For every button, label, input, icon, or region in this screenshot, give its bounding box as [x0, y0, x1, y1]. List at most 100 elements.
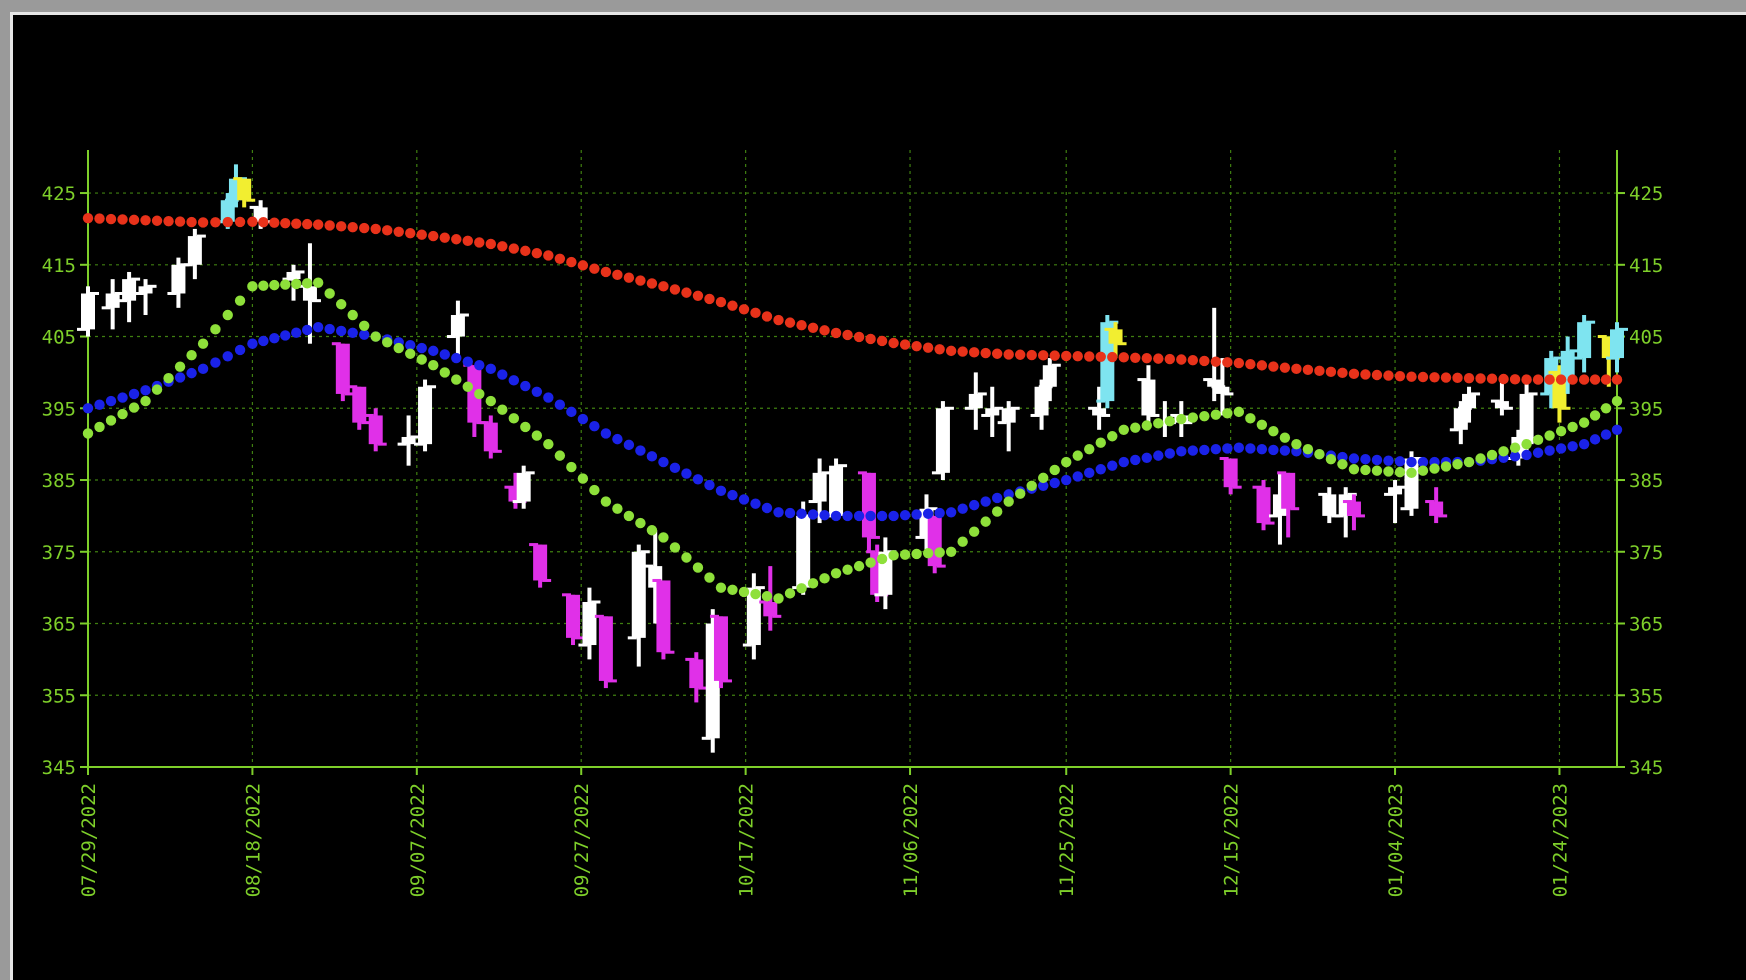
ma-point — [980, 516, 991, 527]
bar-body — [935, 408, 950, 473]
ma-point — [1325, 454, 1337, 465]
ma-point — [416, 342, 427, 354]
ma-point — [715, 296, 727, 308]
bar-close-tick — [1355, 514, 1365, 518]
ma-point — [1061, 456, 1072, 468]
bar-open-tick — [167, 291, 177, 295]
ma-point — [117, 214, 128, 225]
bar-close-tick — [772, 614, 782, 618]
ma-point — [911, 340, 922, 352]
bar-open-tick — [1318, 492, 1328, 496]
bar-range — [143, 279, 148, 316]
bar-body — [631, 551, 646, 638]
ma-point — [1268, 426, 1279, 437]
ma-point — [312, 277, 324, 288]
bar-close-tick — [492, 449, 502, 453]
ma-point — [1429, 463, 1440, 474]
ma-point — [1452, 459, 1463, 470]
ma-point — [531, 247, 543, 259]
bar-body — [1001, 408, 1016, 423]
ma-point — [1003, 349, 1014, 360]
ma-point — [1521, 438, 1532, 450]
ma-point — [462, 381, 473, 392]
bar-range — [1393, 480, 1398, 524]
ma-point — [531, 430, 543, 441]
ma-point — [1256, 360, 1268, 371]
ma-point — [796, 583, 807, 594]
ma-point — [234, 295, 246, 306]
ma-point — [1509, 442, 1521, 453]
bar-body — [1223, 458, 1238, 488]
ma-point — [830, 568, 842, 579]
ma-point — [1279, 362, 1291, 373]
ma-point — [865, 557, 876, 568]
ma-point — [1084, 443, 1095, 455]
ma-point — [589, 421, 600, 432]
ma-point — [842, 510, 853, 522]
y-tick-label: 345 — [42, 757, 76, 779]
ma-point — [117, 392, 128, 403]
ma-point — [140, 385, 151, 396]
ma-point — [1245, 413, 1256, 424]
ma-point — [82, 212, 94, 224]
bar-body — [1453, 408, 1468, 430]
bar-body — [1322, 494, 1337, 516]
ma-point — [566, 406, 577, 418]
bar-body — [713, 616, 728, 681]
ma-point — [1118, 424, 1129, 436]
ma-point — [888, 550, 899, 561]
ma-point — [681, 468, 692, 479]
ma-point — [911, 548, 922, 560]
ma-point — [302, 324, 313, 336]
ohlc-bar — [825, 458, 848, 518]
ma-point — [1567, 421, 1578, 433]
bar-body — [812, 472, 827, 502]
ma-point — [1164, 448, 1176, 459]
ma-point — [1014, 349, 1026, 360]
ma-point — [485, 395, 497, 407]
ma-point — [1486, 449, 1498, 461]
bar-close-tick — [977, 392, 987, 396]
ma-point — [94, 421, 105, 433]
ohlc-bar — [77, 286, 99, 337]
ma-point — [508, 413, 520, 424]
ohlc-bar — [931, 401, 954, 481]
ma-point — [247, 338, 258, 349]
ma-point — [750, 588, 761, 600]
ma-point — [258, 217, 269, 228]
ma-point — [853, 510, 865, 522]
ma-point — [1360, 464, 1371, 476]
ma-point — [1118, 456, 1129, 468]
ma-point — [105, 395, 117, 407]
bar-open-tick — [233, 177, 243, 181]
ma-point — [1578, 438, 1590, 450]
bar-open-tick — [1449, 428, 1459, 432]
ma-point — [796, 508, 807, 519]
ma-point — [692, 474, 704, 485]
bar-open-tick — [1252, 485, 1262, 489]
ma-point — [347, 327, 358, 339]
ma-point — [1486, 373, 1498, 384]
bar-open-tick — [529, 543, 539, 547]
ma-point — [945, 345, 957, 357]
ma-point — [347, 221, 358, 233]
ma-point — [1153, 353, 1164, 364]
y-tick-label: 415 — [42, 255, 76, 277]
bar-close-tick — [1150, 413, 1160, 417]
ma-point — [1417, 371, 1429, 383]
ma-point — [269, 279, 280, 291]
ma-point — [1383, 370, 1394, 381]
ma-point — [1049, 350, 1060, 361]
ma-point — [520, 421, 531, 433]
ma-point — [1256, 443, 1268, 455]
bar-close-tick — [1265, 521, 1275, 525]
ma-point — [784, 588, 796, 599]
ma-point — [853, 331, 865, 343]
bar-open-tick — [931, 471, 941, 475]
ma-point — [1279, 445, 1291, 456]
ma-point — [1141, 420, 1152, 431]
ma-point — [82, 428, 94, 439]
bar-body — [968, 393, 983, 409]
ma-point — [784, 317, 796, 328]
ma-point — [174, 372, 186, 383]
